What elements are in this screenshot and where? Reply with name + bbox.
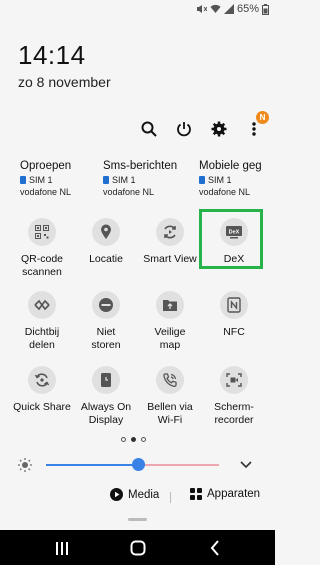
screen-recorder-icon — [226, 373, 242, 387]
wifi-calling-icon — [163, 373, 177, 387]
tile-wifi-calling[interactable]: Bellen via Wi-Fi — [136, 366, 204, 427]
back-icon — [210, 540, 219, 556]
power-button[interactable] — [175, 120, 193, 138]
search-icon — [141, 121, 157, 137]
sim-card-icon — [103, 176, 109, 184]
brightness-icon — [18, 458, 32, 472]
sim-card-icon — [199, 176, 205, 184]
tile-quick-share[interactable]: Quick Share — [8, 366, 76, 414]
brightness-track[interactable] — [46, 458, 219, 471]
tile-label: Always On Display — [80, 401, 132, 427]
brightness-thumb[interactable] — [131, 458, 145, 471]
media-label: Media — [128, 488, 160, 501]
sim-card-icon — [20, 176, 26, 184]
sim-settings-row: Oproepen SIM 1 vodafone NL Sms-berichten… — [0, 160, 275, 204]
qr-icon — [35, 225, 49, 239]
home-button[interactable] — [128, 538, 148, 558]
brightness-slider[interactable] — [18, 456, 258, 474]
signal-icon — [223, 4, 234, 14]
location-icon — [101, 224, 111, 239]
settings-button[interactable] — [210, 120, 228, 138]
status-icons: 65% — [196, 3, 269, 15]
media-button[interactable]: Media — [110, 488, 159, 501]
panel-drag-handle[interactable] — [128, 518, 147, 521]
tile-location[interactable]: Locatie — [72, 218, 140, 266]
tile-secure-folder[interactable]: Veilige map — [136, 291, 204, 352]
secure-folder-icon — [163, 300, 177, 311]
sim-calls-title: Oproepen — [20, 160, 72, 172]
svg-text:DeX: DeX — [229, 230, 240, 236]
media-devices-row: Media Apparaten — [0, 488, 275, 508]
chevron-down-icon[interactable] — [240, 461, 252, 469]
page-indicator[interactable] — [121, 437, 146, 442]
tile-label: Quick Share — [13, 401, 71, 413]
grid-icon — [190, 488, 202, 500]
smart-view-icon — [164, 225, 176, 239]
sim-calls-carrier: vodafone NL — [20, 187, 72, 197]
tile-dex[interactable]: DeX DeX — [200, 218, 268, 266]
panel-actions: N — [140, 111, 269, 138]
battery-percent: 65% — [236, 3, 259, 15]
page-dot[interactable] — [121, 437, 126, 442]
sim-data-title: Mobiele geg — [199, 160, 262, 172]
tile-label: Niet storen — [91, 326, 121, 352]
notification-badge: N — [256, 111, 269, 124]
sim-sms[interactable]: Sms-berichten SIM 1 vodafone NL — [103, 160, 191, 197]
page-dot[interactable] — [141, 437, 146, 442]
mute-icon — [196, 5, 207, 13]
sim-data-carrier: vodafone NL — [199, 187, 251, 197]
sim-sms-sim: SIM 1 — [112, 175, 136, 185]
tile-qr-code[interactable]: QR-code scannen — [8, 218, 76, 279]
quick-share-icon — [34, 373, 50, 387]
tile-label: Bellen via Wi-Fi — [147, 401, 193, 427]
recent-apps-button[interactable] — [52, 538, 72, 558]
tile-label: Locatie — [89, 253, 123, 265]
gear-icon — [211, 121, 227, 137]
do-not-disturb-icon — [99, 298, 113, 312]
more-vert-icon — [252, 122, 256, 136]
tile-label: Veilige map — [154, 326, 186, 352]
brightness-fill — [46, 464, 138, 466]
tile-label: QR-code scannen — [20, 253, 63, 279]
devices-button[interactable]: Apparaten — [190, 488, 260, 500]
sim-calls[interactable]: Oproepen SIM 1 vodafone NL — [20, 160, 108, 197]
more-options-button[interactable]: N — [245, 111, 269, 138]
tile-do-not-disturb[interactable]: Niet storen — [72, 291, 140, 352]
tile-always-on-display[interactable]: Always On Display — [72, 366, 140, 427]
wifi-icon — [210, 4, 221, 13]
sim-sms-title: Sms-berichten — [103, 160, 178, 172]
battery-icon — [262, 3, 269, 15]
home-icon — [130, 540, 146, 556]
search-button[interactable] — [140, 120, 158, 138]
tile-label: Smart View — [143, 253, 197, 265]
clock: 14:14 — [18, 40, 86, 70]
tile-label: DeX — [223, 253, 245, 265]
tile-label: Scherm- recorder — [214, 401, 254, 427]
navigation-bar — [0, 530, 275, 565]
divider — [170, 492, 171, 503]
page-dot[interactable] — [131, 437, 136, 442]
tile-screen-recorder[interactable]: Scherm- recorder — [200, 366, 268, 427]
dex-icon: DeX — [226, 226, 242, 239]
nearby-share-icon — [34, 299, 50, 311]
play-icon — [110, 488, 123, 501]
date: zo 8 november — [18, 74, 111, 90]
power-icon — [177, 122, 191, 137]
sim-mobile-data[interactable]: Mobiele geg SIM 1 vodafone NL — [199, 160, 273, 197]
devices-label: Apparaten — [207, 488, 261, 500]
tile-nearby-share[interactable]: Dichtbij delen — [8, 291, 76, 352]
sim-sms-carrier: vodafone NL — [103, 187, 155, 197]
nfc-icon — [227, 297, 241, 313]
sim-data-sim: SIM 1 — [208, 175, 232, 185]
tile-label: Dichtbij delen — [24, 326, 60, 352]
always-on-display-icon — [101, 373, 111, 387]
recent-apps-icon — [56, 541, 68, 555]
back-button[interactable] — [205, 538, 225, 558]
sim-calls-sim: SIM 1 — [29, 175, 53, 185]
tile-smart-view[interactable]: Smart View — [136, 218, 204, 266]
tile-nfc[interactable]: NFC — [200, 291, 268, 339]
tile-label: NFC — [223, 326, 245, 338]
status-bar: 65% — [0, 0, 275, 20]
